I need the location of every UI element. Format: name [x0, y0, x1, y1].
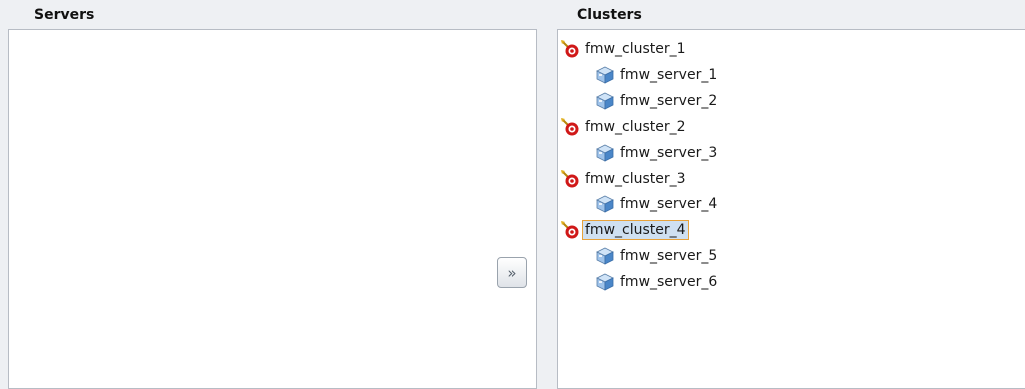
- tree-node-label: fmw_server_2: [620, 92, 718, 109]
- tree-node-label: fmw_cluster_1: [585, 41, 686, 57]
- tree-node-server[interactable]: fmw_server_4: [595, 193, 720, 215]
- tree-node-label: fmw_server_6: [620, 274, 718, 291]
- server-cube-icon: [595, 65, 615, 85]
- server-cube-icon: [595, 246, 615, 266]
- tree-node-cluster[interactable]: fmw_cluster_2: [560, 116, 689, 138]
- tree-node-label: fmw_cluster_2: [585, 118, 686, 135]
- tree-node-label: fmw_cluster_4: [582, 220, 689, 241]
- server-cube-icon: [595, 272, 615, 292]
- cluster-target-icon: [560, 39, 580, 59]
- tree-node-label: fmw_server_3: [620, 144, 718, 161]
- tree-node-label: fmw_cluster_3: [585, 170, 686, 187]
- tree-node-server[interactable]: fmw_server_2: [595, 90, 720, 112]
- move-to-cluster-button[interactable]: »: [497, 257, 527, 288]
- server-cube-icon: [595, 194, 615, 214]
- tree-node-server[interactable]: fmw_server_6: [595, 271, 720, 293]
- servers-list[interactable]: [8, 29, 537, 389]
- tree-node-cluster[interactable]: fmw_cluster_4: [560, 219, 689, 241]
- tree-node-cluster[interactable]: fmw_cluster_1: [560, 38, 689, 60]
- tree-node-server[interactable]: fmw_server_1: [595, 64, 720, 86]
- tree-node-label: fmw_server_1: [620, 66, 718, 83]
- clusters-header: Clusters: [577, 7, 642, 23]
- server-cube-icon: [595, 91, 615, 111]
- cluster-target-icon: [560, 169, 580, 189]
- tree-node-label: fmw_server_4: [620, 196, 718, 213]
- cluster-target-icon: [560, 220, 580, 240]
- server-cube-icon: [595, 143, 615, 163]
- tree-node-server[interactable]: fmw_server_3: [595, 142, 720, 164]
- tree-node-server[interactable]: fmw_server_5: [595, 245, 720, 267]
- clusters-tree[interactable]: fmw_cluster_1 fmw_server_1 fmw_server_2fmw…: [557, 29, 1025, 389]
- servers-header: Servers: [34, 7, 95, 23]
- tree-node-cluster[interactable]: fmw_cluster_3: [560, 168, 689, 190]
- tree-node-label: fmw_server_5: [620, 248, 718, 265]
- cluster-target-icon: [560, 117, 580, 137]
- double-chevron-right-icon: »: [507, 263, 517, 282]
